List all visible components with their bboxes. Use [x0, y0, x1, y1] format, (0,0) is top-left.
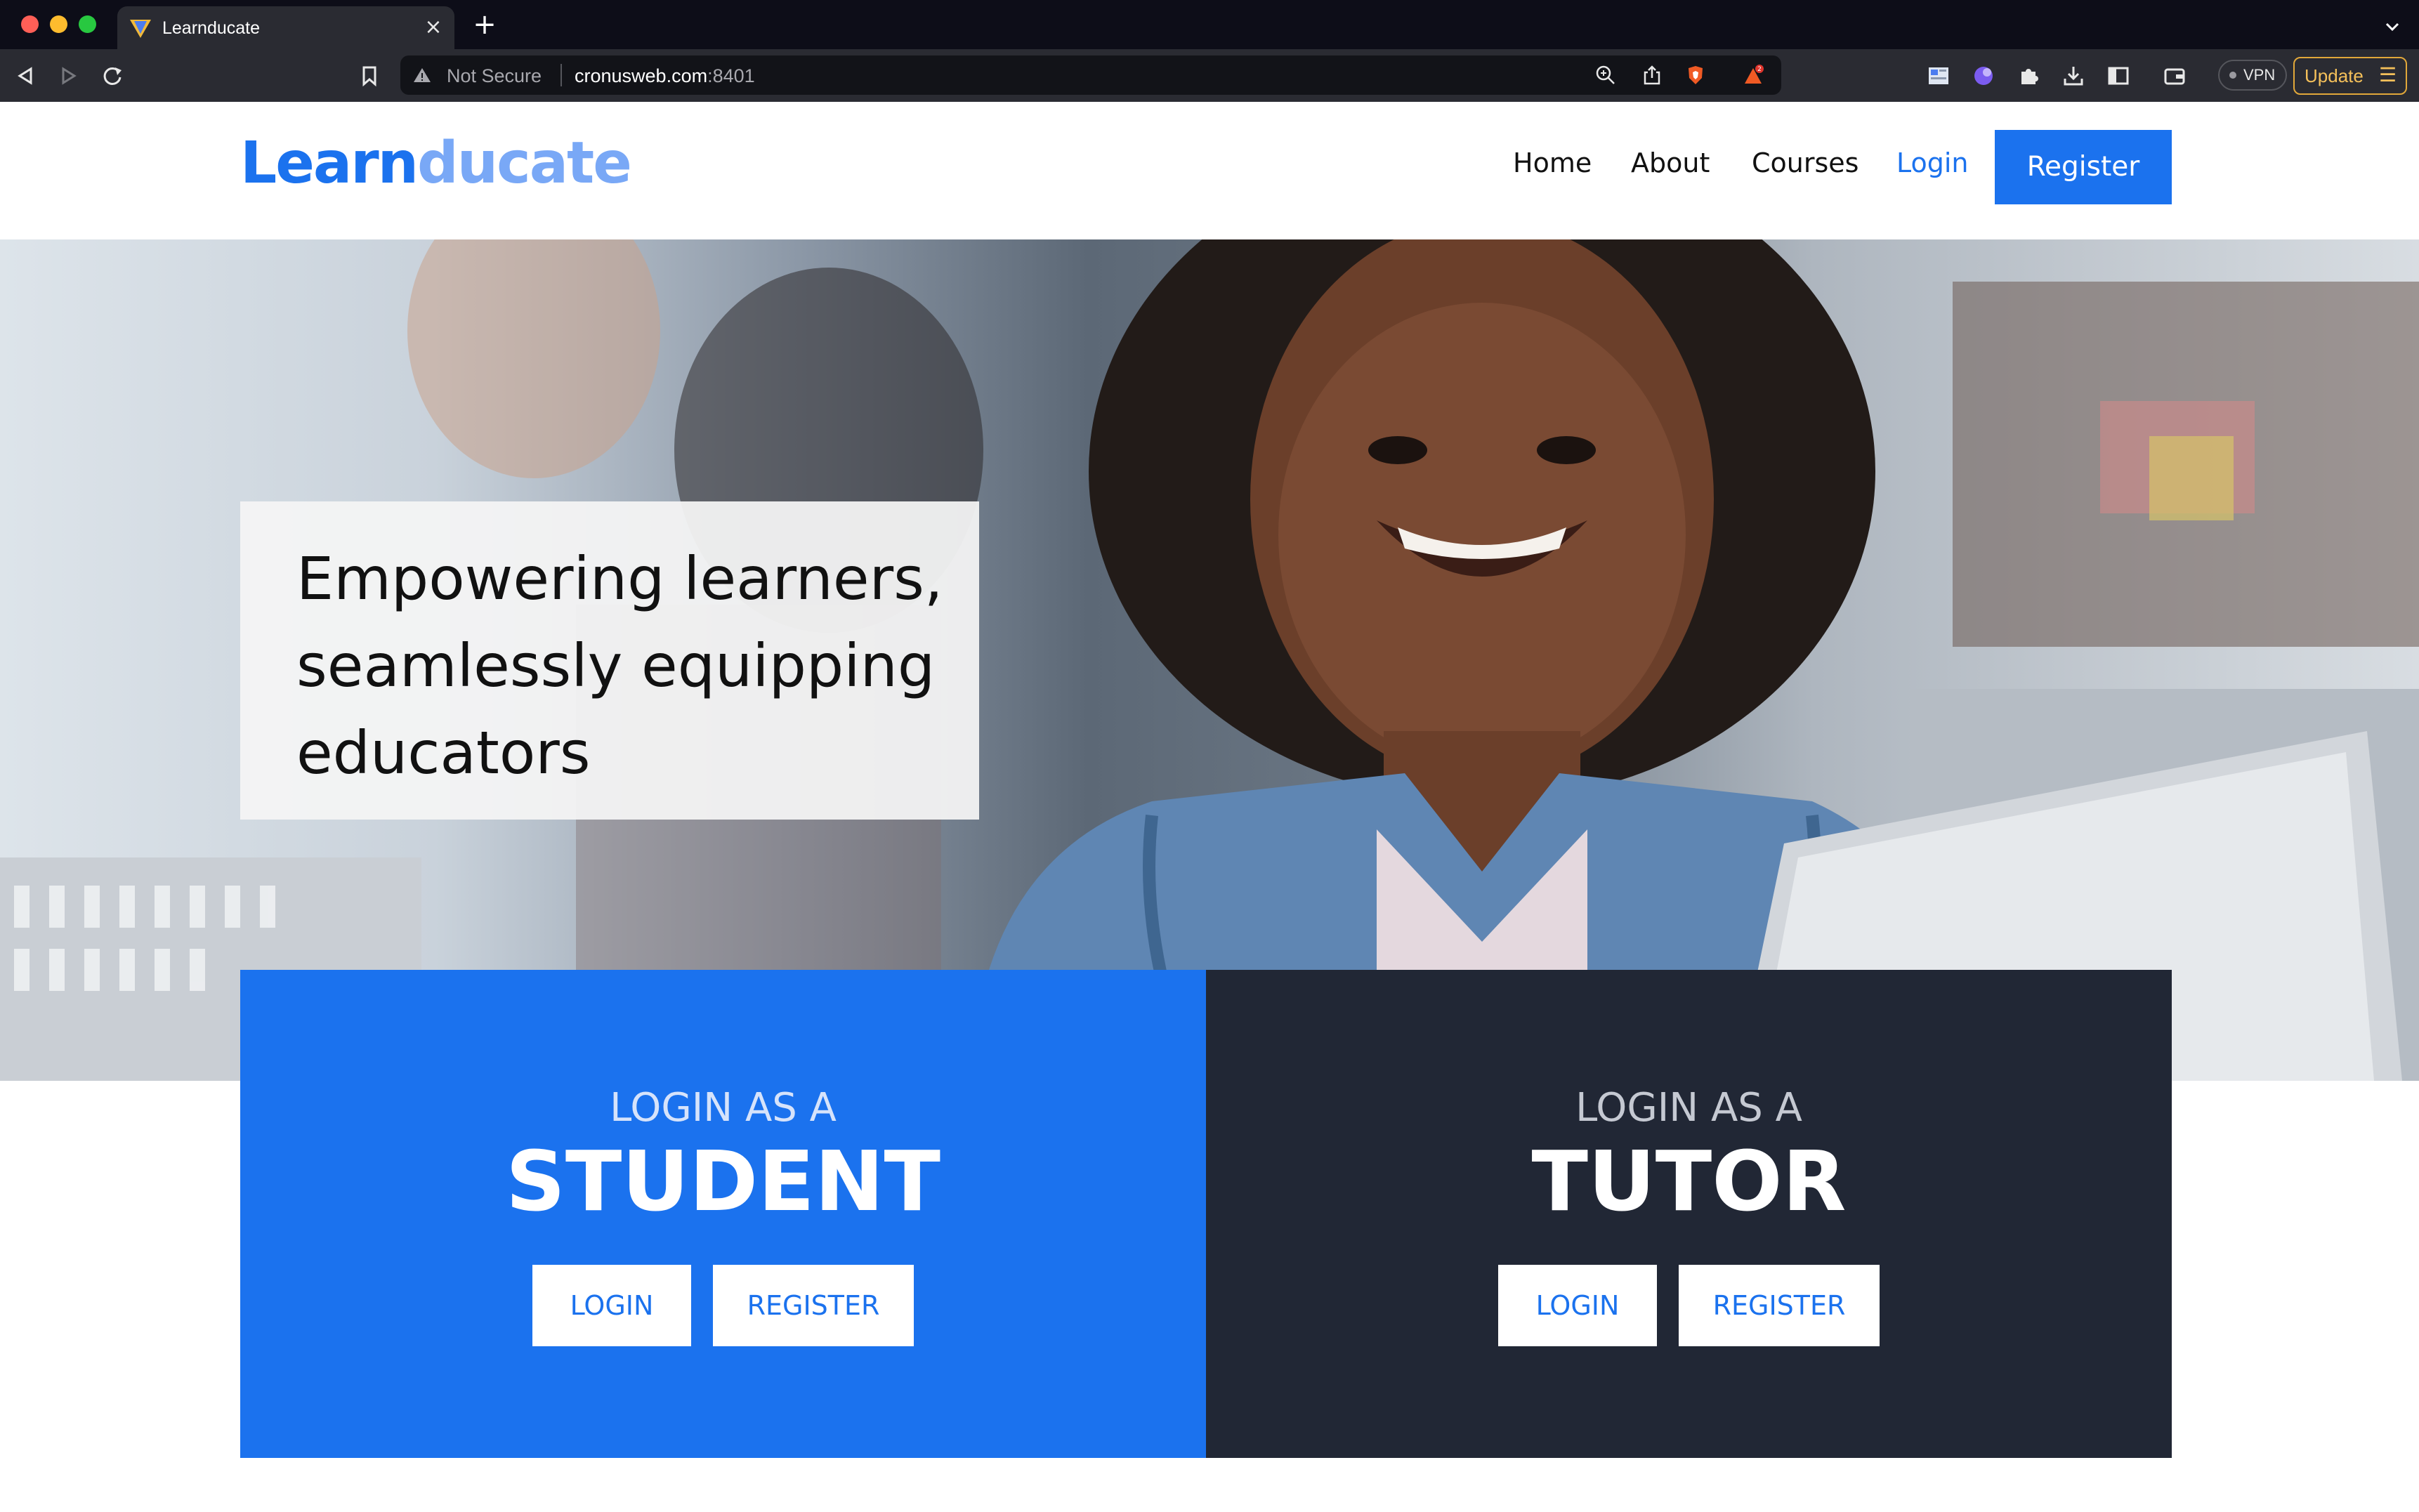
tab-title: Learnducate: [162, 18, 261, 38]
update-button[interactable]: Update ☰: [2293, 57, 2407, 95]
warning-icon: [414, 68, 431, 82]
student-login-button[interactable]: LOGIN: [532, 1265, 691, 1346]
browser-tab[interactable]: Learnducate ×: [117, 6, 454, 49]
download-icon[interactable]: [2061, 63, 2086, 88]
tutor-register-button[interactable]: REGISTER: [1679, 1265, 1880, 1346]
bookmark-icon[interactable]: [355, 62, 383, 90]
extensions-puzzle-icon[interactable]: [2016, 63, 2041, 88]
hero-section: Empowering learners, seamlessly equippin…: [0, 239, 2419, 1081]
nav-login[interactable]: Login: [1896, 147, 1969, 178]
student-pretitle: LOGIN AS A: [610, 1085, 837, 1131]
address-divider: [560, 64, 562, 86]
tutor-login-button[interactable]: LOGIN: [1498, 1265, 1657, 1346]
menu-icon: ☰: [2379, 64, 2397, 86]
favicon-icon: [130, 20, 151, 38]
security-label: Not Secure: [447, 65, 542, 86]
nav-home[interactable]: Home: [1513, 147, 1592, 178]
sidebar-icon[interactable]: [2106, 63, 2131, 88]
nav-about[interactable]: About: [1631, 147, 1710, 178]
extension-page-icon[interactable]: [1926, 63, 1951, 88]
chevron-down-icon[interactable]: [2380, 14, 2405, 39]
svg-text:2: 2: [1757, 66, 1762, 73]
share-icon[interactable]: [1641, 64, 1663, 86]
hero-tagline-box: Empowering learners, seamlessly equippin…: [240, 501, 979, 820]
tutor-pretitle: LOGIN AS A: [1575, 1085, 1802, 1131]
site-header: Learnducate Home About Courses Login Reg…: [0, 102, 2419, 239]
address-bar[interactable]: Not Secure cronusweb.com:8401 2: [400, 55, 1781, 95]
new-tab-icon[interactable]: +: [471, 11, 499, 39]
hero-tagline: Empowering learners, seamlessly equippin…: [296, 544, 943, 787]
url-text: cronusweb.com:8401: [575, 65, 755, 86]
tutor-login-panel: LOGIN AS A TUTOR LOGIN REGISTER: [1206, 970, 2172, 1458]
vpn-button[interactable]: VPN: [2218, 60, 2287, 91]
nav-courses[interactable]: Courses: [1752, 147, 1858, 178]
extension-purple-icon[interactable]: [1971, 63, 1996, 88]
forward-icon[interactable]: [55, 62, 83, 90]
wallet-icon[interactable]: [2162, 63, 2187, 88]
back-icon[interactable]: [11, 62, 39, 90]
window-zoom-button[interactable]: [79, 15, 96, 33]
window-close-button[interactable]: [21, 15, 39, 33]
window-minimize-button[interactable]: [50, 15, 67, 33]
site-logo[interactable]: Learnducate: [240, 130, 632, 197]
tutor-title: TUTOR: [1531, 1133, 1847, 1230]
reload-icon[interactable]: [98, 62, 126, 90]
header-register-button[interactable]: Register: [1995, 130, 2172, 204]
student-register-button[interactable]: REGISTER: [713, 1265, 914, 1346]
browser-tab-bar: Learnducate × +: [0, 0, 2419, 49]
close-tab-icon[interactable]: ×: [419, 13, 447, 41]
zoom-icon[interactable]: [1594, 64, 1617, 86]
student-title: STUDENT: [505, 1133, 941, 1230]
update-label: Update: [2305, 65, 2364, 86]
brave-shield-icon[interactable]: [1684, 64, 1707, 86]
student-login-panel: LOGIN AS A STUDENT LOGIN REGISTER: [240, 970, 1206, 1458]
brave-rewards-icon[interactable]: 2: [1742, 64, 1764, 86]
browser-toolbar: Not Secure cronusweb.com:8401 2 VPN Upda…: [0, 49, 2419, 102]
